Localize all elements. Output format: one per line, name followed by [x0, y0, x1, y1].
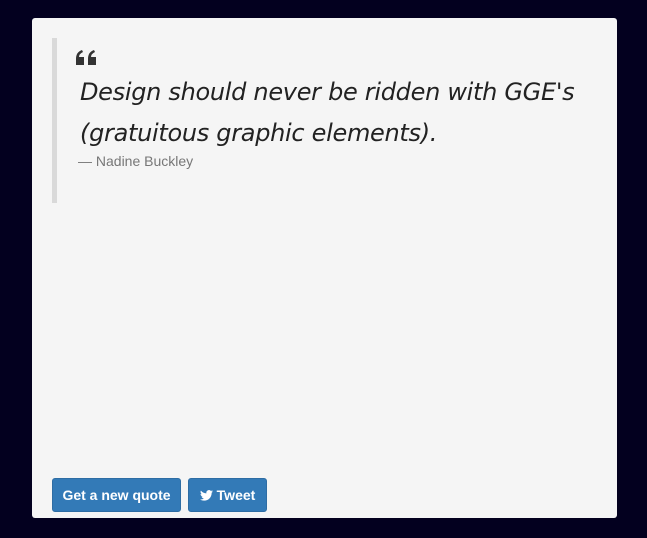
new-quote-button-label: Get a new quote — [62, 487, 171, 503]
new-quote-button[interactable]: Get a new quote — [52, 478, 181, 512]
twitter-icon — [199, 489, 213, 501]
quote-left-icon — [76, 50, 96, 65]
quote-text: Design should never be ridden with GGE's… — [80, 78, 575, 147]
tweet-button[interactable]: Tweet — [188, 478, 267, 512]
quote-author: — Nadine Buckley — [78, 153, 194, 169]
tweet-button-label: Tweet — [216, 487, 256, 503]
quote-blockquote: Design should never be ridden with GGE's… — [52, 38, 592, 203]
quote-card: Design should never be ridden with GGE's… — [32, 18, 617, 518]
